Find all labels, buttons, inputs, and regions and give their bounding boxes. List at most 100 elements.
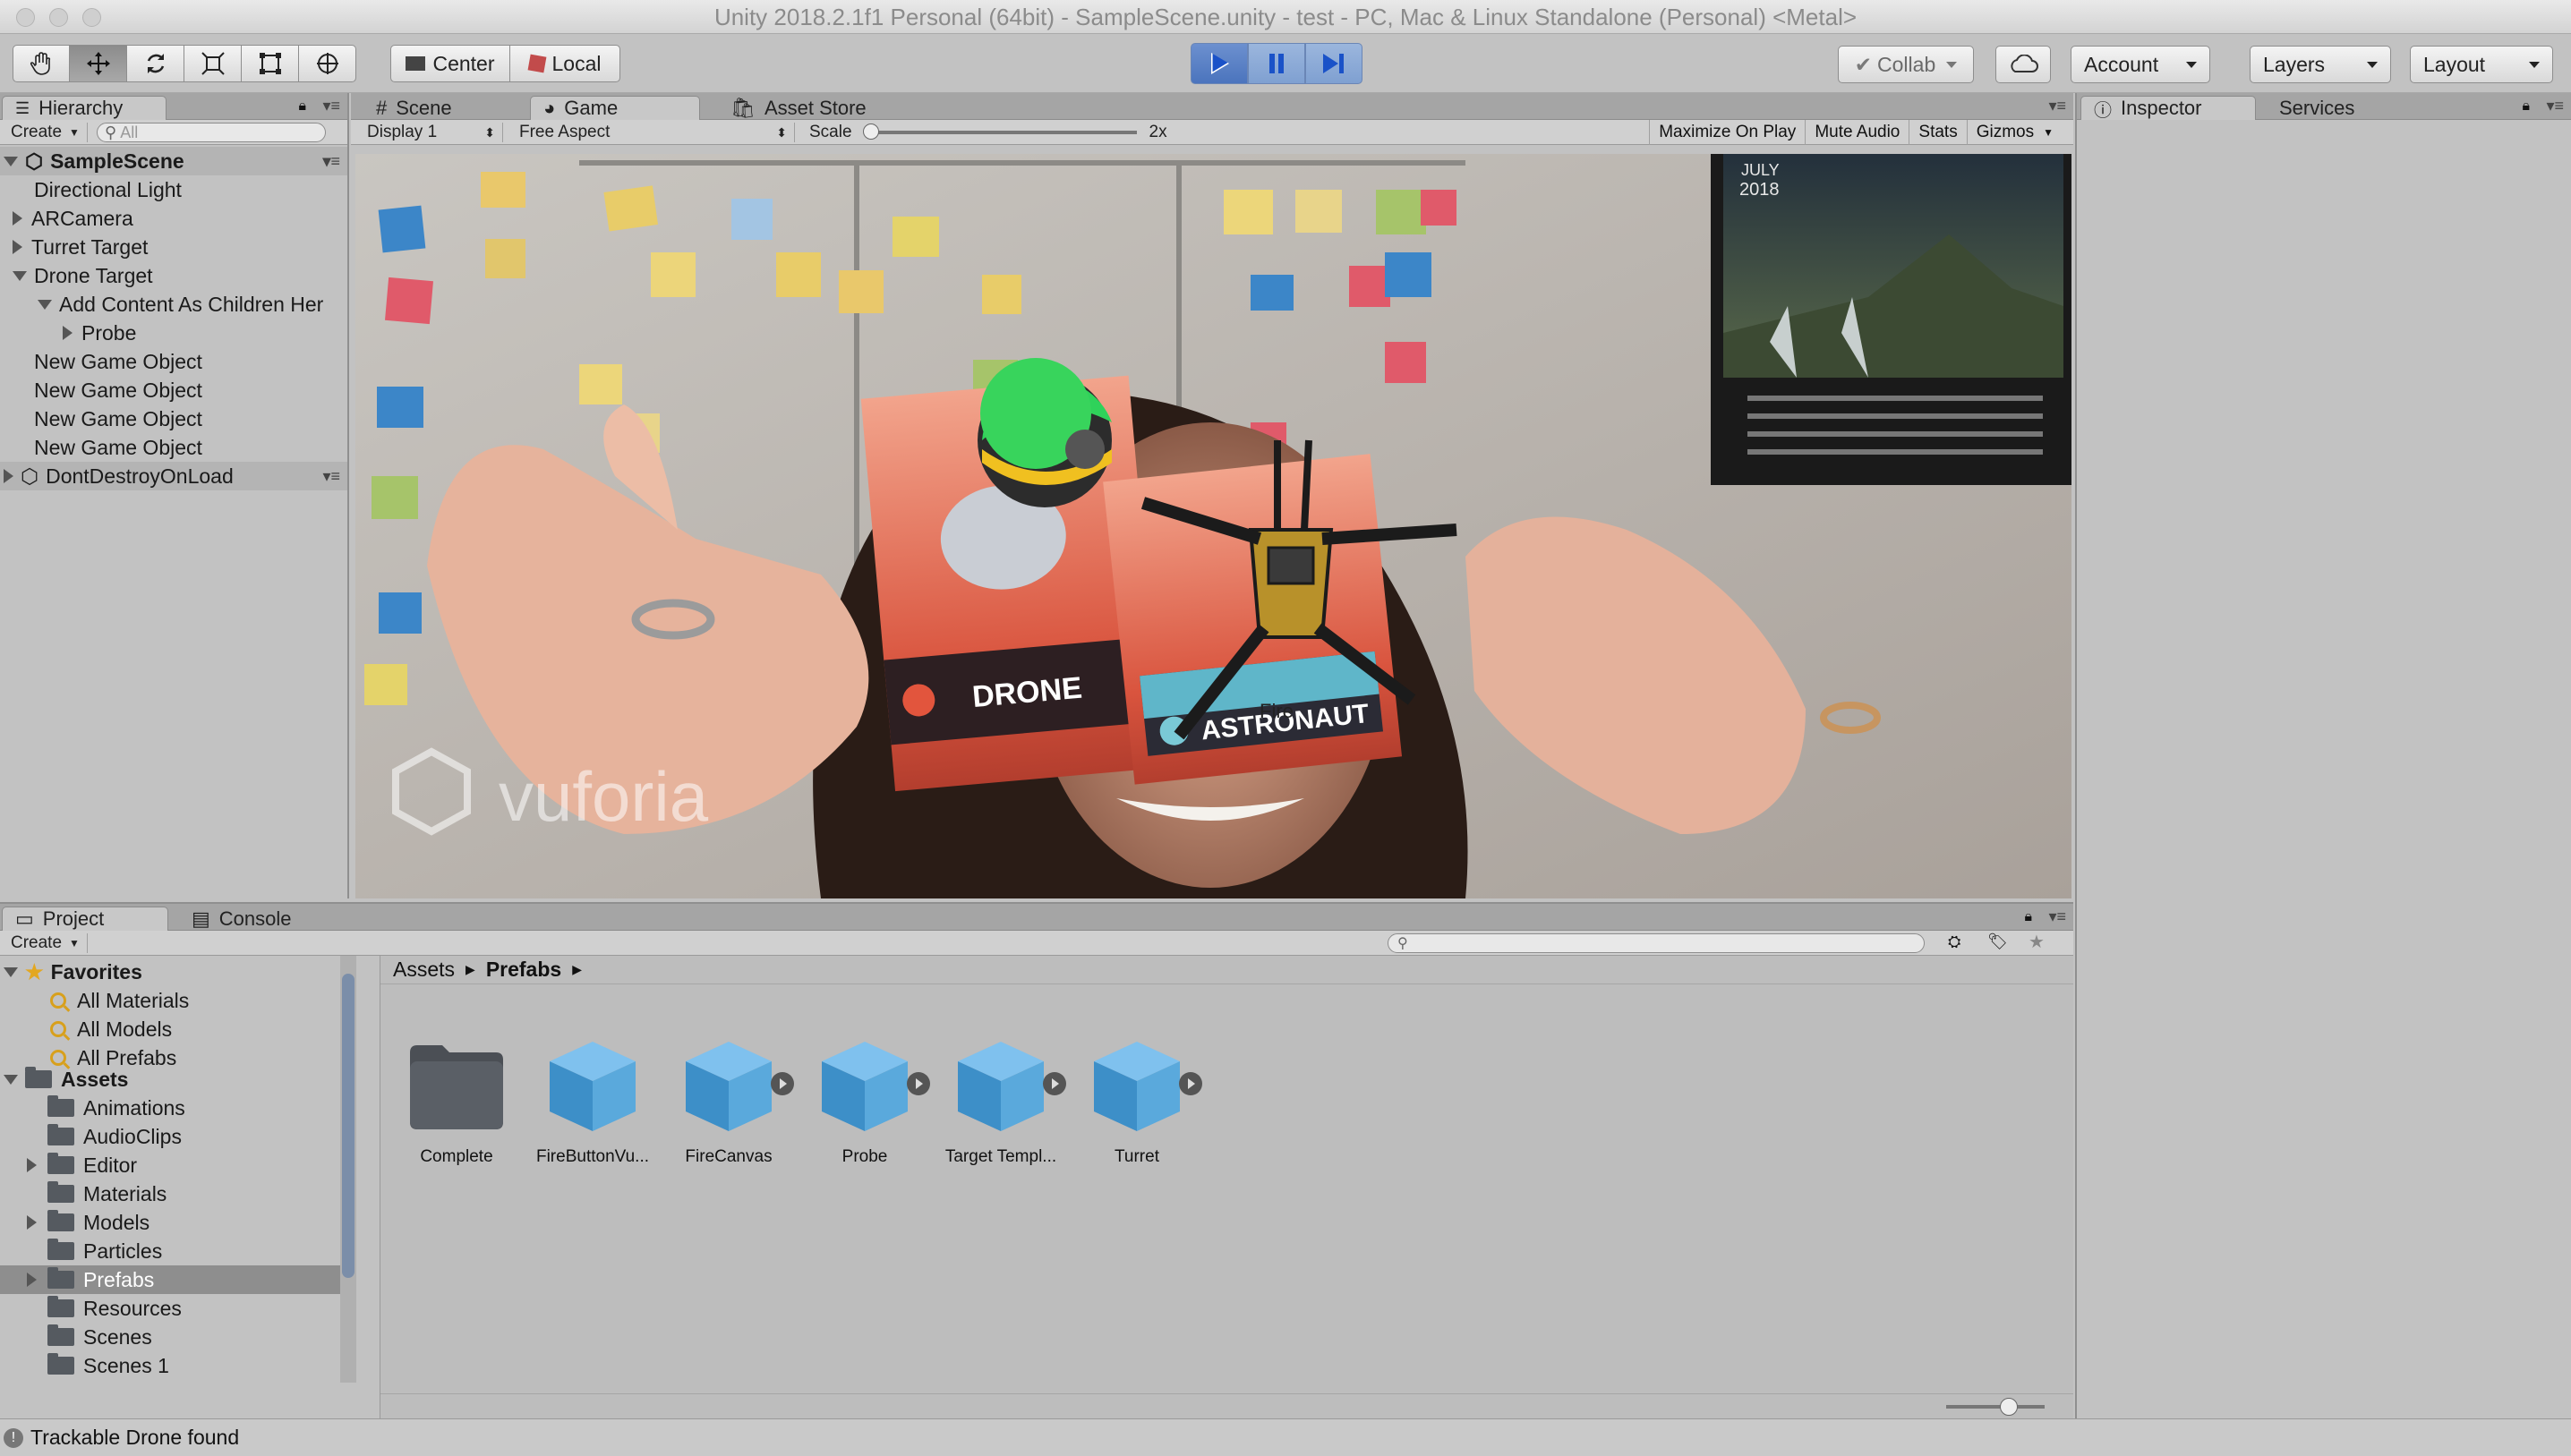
lock-icon[interactable]: 🔒︎	[2024, 909, 2032, 925]
scale-slider[interactable]	[862, 123, 1137, 140]
favorite-item[interactable]: All Models	[0, 1015, 358, 1043]
asset-folder-item[interactable]: Models	[0, 1208, 340, 1237]
tab-game[interactable]: ◕ Game	[530, 96, 700, 120]
hierarchy-item[interactable]: New Game Object	[0, 347, 347, 376]
tab-scene[interactable]: # Scene	[363, 96, 521, 120]
collapsed-triangle-icon[interactable]	[13, 240, 22, 254]
project-search-input[interactable]: ⚲	[1388, 933, 1925, 953]
panel-menu-icon[interactable]: ▾≡	[2546, 97, 2564, 115]
asset-item[interactable]: Complete	[389, 1036, 524, 1167]
hierarchy-item[interactable]: Directional Light	[0, 175, 347, 204]
asset-folder-item[interactable]: AudioClips	[0, 1122, 340, 1151]
breadcrumb-assets[interactable]: Assets	[393, 958, 455, 982]
step-button[interactable]	[1305, 43, 1362, 84]
hierarchy-item[interactable]: Drone Target	[0, 261, 347, 290]
hierarchy-item[interactable]: Turret Target	[0, 233, 347, 261]
breadcrumb-prefabs[interactable]: Prefabs	[486, 958, 561, 982]
asset-item[interactable]: Turret	[1070, 1036, 1204, 1167]
move-tool-button[interactable]	[70, 45, 127, 82]
hierarchy-create-button[interactable]: Create ▼	[4, 123, 88, 142]
game-option-maximize-on-play[interactable]: Maximize On Play	[1649, 120, 1805, 145]
panel-menu-icon[interactable]: ▾≡	[2048, 97, 2066, 115]
asset-folder-item[interactable]: Particles	[0, 1237, 340, 1265]
panel-menu-icon[interactable]: ▾≡	[322, 97, 340, 115]
asset-item[interactable]: Target Templ...	[934, 1036, 1068, 1167]
asset-item[interactable]: FireButtonVu...	[525, 1036, 660, 1167]
asset-item[interactable]: FireCanvas	[662, 1036, 796, 1167]
expand-triangle-icon[interactable]	[38, 299, 52, 310]
collab-dropdown[interactable]: ✔ Collab	[1838, 46, 1974, 83]
aspect-dropdown[interactable]: Free Aspect ⬍	[512, 123, 795, 142]
hand-tool-button[interactable]	[13, 45, 70, 82]
filter-by-type-icon[interactable]: ⛭	[1948, 932, 1960, 951]
asset-item[interactable]: Probe	[798, 1036, 932, 1167]
display-dropdown[interactable]: Display 1 ⬍	[360, 123, 503, 142]
tab-services[interactable]: Services	[2267, 96, 2401, 120]
transform-tool-button[interactable]	[299, 45, 356, 82]
row-menu-icon[interactable]: ▾≡	[322, 152, 340, 171]
game-option-gizmos[interactable]: Gizmos ▼	[1966, 120, 2063, 145]
asset-folder-item[interactable]: Prefabs	[0, 1265, 340, 1294]
game-option-mute-audio[interactable]: Mute Audio	[1805, 120, 1909, 145]
game-option-stats[interactable]: Stats	[1909, 120, 1966, 145]
filter-by-label-icon[interactable]: 🏷︎	[1987, 932, 2008, 951]
scrollbar-thumb[interactable]	[342, 974, 354, 1278]
expand-prefab-icon[interactable]	[1043, 1072, 1066, 1095]
game-view-viewport[interactable]: JULY 2018 DRONE ASTRONAUT Fire vuforia	[355, 154, 2071, 898]
pause-button[interactable]	[1248, 43, 1305, 84]
favorites-header[interactable]: ★ Favorites	[0, 958, 358, 986]
hierarchy-search-input[interactable]: ⚲ All	[97, 123, 326, 142]
asset-folder-item[interactable]: Materials	[0, 1179, 340, 1208]
slider-thumb[interactable]	[2000, 1398, 2018, 1416]
asset-folder-item[interactable]: Animations	[0, 1094, 340, 1122]
collapsed-triangle-icon[interactable]	[13, 211, 22, 226]
hierarchy-item[interactable]: Add Content As Children Her	[0, 290, 347, 319]
hierarchy-item[interactable]: New Game Object	[0, 433, 347, 462]
lock-icon[interactable]: 🔒︎	[2522, 98, 2530, 115]
layers-dropdown[interactable]: Layers	[2250, 46, 2391, 83]
lock-icon[interactable]: 🔒︎	[298, 98, 306, 115]
icon-size-slider[interactable]	[1946, 1398, 2045, 1416]
asset-folder-item[interactable]: Scenes	[0, 1323, 340, 1351]
expand-prefab-icon[interactable]	[907, 1072, 930, 1095]
scene-root[interactable]: ⬡ SampleScene ▾≡	[0, 147, 347, 175]
collapsed-triangle-icon[interactable]	[27, 1215, 37, 1230]
favorite-star-icon[interactable]: ★	[2029, 931, 2045, 953]
pivot-space-toggle[interactable]: Local	[509, 45, 620, 82]
expand-prefab-icon[interactable]	[771, 1072, 794, 1095]
rect-tool-button[interactable]	[242, 45, 299, 82]
hierarchy-item[interactable]: ARCamera	[0, 204, 347, 233]
play-button[interactable]	[1191, 43, 1248, 84]
pivot-center-toggle[interactable]: Center	[390, 45, 510, 82]
tab-hierarchy[interactable]: ☰ Hierarchy	[2, 96, 167, 120]
account-dropdown[interactable]: Account	[2071, 46, 2210, 83]
row-menu-icon[interactable]: ▾≡	[322, 467, 340, 486]
tab-inspector[interactable]: ⓘ Inspector	[2080, 96, 2256, 121]
collapsed-triangle-icon[interactable]	[4, 469, 13, 483]
tab-console[interactable]: ▤ Console	[179, 907, 340, 931]
assets-header[interactable]: Assets	[0, 1065, 358, 1094]
hierarchy-item[interactable]: New Game Object	[0, 376, 347, 404]
cloud-button[interactable]	[1995, 46, 2051, 83]
hierarchy-item[interactable]: New Game Object	[0, 404, 347, 433]
expand-prefab-icon[interactable]	[1179, 1072, 1202, 1095]
rotate-tool-button[interactable]	[127, 45, 184, 82]
collapsed-triangle-icon[interactable]	[63, 326, 73, 340]
asset-folder-item[interactable]: Scenes 1	[0, 1351, 340, 1380]
asset-folder-item[interactable]: Editor	[0, 1151, 340, 1179]
asset-folder-item[interactable]: Resources	[0, 1294, 340, 1323]
favorite-item[interactable]: All Materials	[0, 986, 358, 1015]
project-create-button[interactable]: Create ▼	[4, 933, 88, 953]
status-bar[interactable]: ! Trackable Drone found	[0, 1418, 2571, 1456]
scale-tool-button[interactable]	[184, 45, 242, 82]
fire-button-label[interactable]: Fire	[1260, 700, 1294, 722]
slider-thumb[interactable]	[862, 123, 879, 140]
expand-triangle-icon[interactable]	[13, 270, 27, 281]
layout-dropdown[interactable]: Layout	[2410, 46, 2553, 83]
collapsed-triangle-icon[interactable]	[27, 1273, 37, 1287]
panel-menu-icon[interactable]: ▾≡	[2048, 907, 2066, 926]
dont-destroy-on-load-scene[interactable]: ⬡ DontDestroyOnLoad ▾≡	[0, 462, 347, 490]
hierarchy-item[interactable]: Probe	[0, 319, 347, 347]
tab-project[interactable]: ▭ Project	[2, 907, 168, 931]
collapsed-triangle-icon[interactable]	[27, 1158, 37, 1172]
